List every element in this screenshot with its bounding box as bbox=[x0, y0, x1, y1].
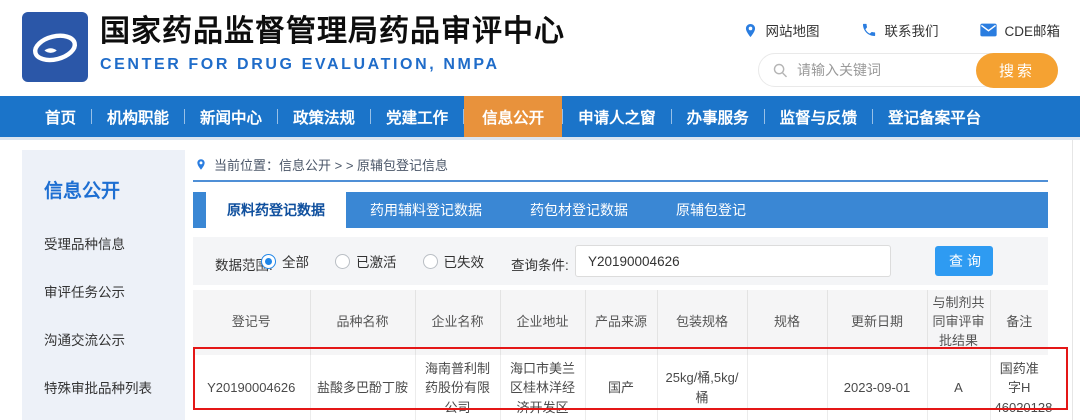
tab-excipient-registration[interactable]: 药用辅料登记数据 bbox=[346, 192, 506, 228]
col-product-origin: 产品来源 bbox=[585, 290, 657, 355]
radio-activated-dot bbox=[335, 254, 350, 269]
contact-link[interactable]: 联系我们 bbox=[861, 20, 938, 40]
site-title-block: 国家药品监督管理局药品审评中心 CENTER FOR DRUG EVALUATI… bbox=[100, 15, 565, 74]
breadcrumb-underline bbox=[193, 180, 1048, 182]
radio-activated-label: 已激活 bbox=[356, 251, 397, 271]
sidebar: 信息公开 受理品种信息 审评任务公示 沟通交流公示 特殊审批品种列表 优先审评公… bbox=[22, 150, 185, 420]
table-row: Y20190004626 盐酸多巴酚丁胺 海南普利制药股份有限公司 海口市美兰区… bbox=[193, 355, 1048, 420]
cell-joint-review-result: A bbox=[927, 355, 990, 420]
cell-spec bbox=[747, 355, 827, 420]
content-area: 当前位置：信息公开 > > 原辅包登记信息 原料药登记数据 药用辅料登记数据 药… bbox=[193, 150, 1048, 420]
nav-item-home[interactable]: 首页 bbox=[30, 96, 91, 137]
nav-item-supervision[interactable]: 监督与反馈 bbox=[765, 96, 873, 137]
page: 国家药品监督管理局药品审评中心 CENTER FOR DRUG EVALUATI… bbox=[0, 0, 1080, 420]
nav-item-services[interactable]: 办事服务 bbox=[672, 96, 764, 137]
cell-company-name: 海南普利制药股份有限公司 bbox=[415, 355, 500, 420]
search-icon bbox=[772, 62, 789, 79]
query-button[interactable]: 查询 bbox=[935, 246, 993, 276]
mail-icon bbox=[980, 23, 997, 37]
sidebar-item-accepted-varieties[interactable]: 受理品种信息 bbox=[22, 219, 185, 267]
breadcrumb-text: 当前位置：信息公开 > > 原辅包登记信息 bbox=[214, 155, 448, 174]
cell-update-date: 2023-09-01 bbox=[827, 355, 927, 420]
col-company-name: 企业名称 bbox=[415, 290, 500, 355]
cde-logo-swoosh bbox=[26, 18, 84, 76]
sidebar-item-priority-review[interactable]: 优先审评公示 bbox=[22, 411, 185, 420]
breadcrumb: 当前位置：信息公开 > > 原辅包登记信息 bbox=[195, 155, 448, 174]
registration-table: 登记号 品种名称 企业名称 企业地址 产品来源 包装规格 规格 更新日期 与制剂… bbox=[193, 290, 1048, 420]
nav-item-party[interactable]: 党建工作 bbox=[371, 96, 463, 137]
cell-company-address: 海口市美兰区桂林洋经济开发区 bbox=[500, 355, 585, 420]
nav-item-functions[interactable]: 机构职能 bbox=[92, 96, 184, 137]
nav-item-info-disclosure[interactable]: 信息公开 bbox=[464, 96, 562, 137]
header-quick-links: 网站地图 联系我们 CDE邮箱 bbox=[743, 20, 1060, 40]
site-search-bar: 搜索 bbox=[758, 53, 1058, 87]
query-condition-input[interactable] bbox=[575, 245, 891, 277]
sitemap-link[interactable]: 网站地图 bbox=[743, 20, 819, 40]
cell-packaging-spec: 25kg/桶,5kg/ 桶 bbox=[657, 355, 747, 420]
cell-registration-no: Y20190004626 bbox=[193, 355, 310, 420]
radio-all-label: 全部 bbox=[282, 251, 309, 271]
col-spec: 规格 bbox=[747, 290, 827, 355]
cell-variety-name: 盐酸多巴酚丁胺 bbox=[310, 355, 415, 420]
col-joint-review-result: 与制剂共同审评审批结果 bbox=[927, 290, 990, 355]
sidebar-list: 受理品种信息 审评任务公示 沟通交流公示 特殊审批品种列表 优先审评公示 bbox=[22, 219, 185, 420]
col-update-date: 更新日期 bbox=[827, 290, 927, 355]
tab-api-registration[interactable]: 原料药登记数据 bbox=[206, 192, 346, 228]
mailbox-label: CDE邮箱 bbox=[1004, 20, 1060, 40]
mailbox-link[interactable]: CDE邮箱 bbox=[980, 20, 1060, 40]
query-condition-label: 查询条件: bbox=[511, 254, 569, 274]
radio-invalid-label: 已失效 bbox=[444, 251, 485, 271]
page-right-divider bbox=[1072, 140, 1073, 420]
radio-invalid[interactable]: 已失效 bbox=[423, 251, 485, 271]
site-search-button[interactable]: 搜索 bbox=[976, 53, 1058, 88]
radio-all-dot bbox=[261, 254, 276, 269]
radio-all[interactable]: 全部 bbox=[261, 251, 309, 271]
col-remarks: 备注 bbox=[990, 290, 1048, 355]
cell-product-origin: 国产 bbox=[585, 355, 657, 420]
tab-api-excipient-packaging[interactable]: 原辅包登记 bbox=[652, 192, 770, 228]
sidebar-item-review-tasks[interactable]: 审评任务公示 bbox=[22, 267, 185, 315]
tab-packaging-registration[interactable]: 药包材登记数据 bbox=[506, 192, 652, 228]
cell-remarks: 国药准字H 46020128 bbox=[990, 355, 1048, 420]
data-tabs: 原料药登记数据 药用辅料登记数据 药包材登记数据 原辅包登记 bbox=[193, 192, 1048, 228]
col-company-address: 企业地址 bbox=[500, 290, 585, 355]
nav-item-policies[interactable]: 政策法规 bbox=[278, 96, 370, 137]
sidebar-item-special-approval[interactable]: 特殊审批品种列表 bbox=[22, 363, 185, 411]
nav-item-news[interactable]: 新闻中心 bbox=[185, 96, 277, 137]
site-subtitle: CENTER FOR DRUG EVALUATION, NMPA bbox=[100, 56, 565, 74]
cde-logo bbox=[22, 12, 88, 82]
table-header-row: 登记号 品种名称 企业名称 企业地址 产品来源 包装规格 规格 更新日期 与制剂… bbox=[193, 290, 1048, 355]
phone-icon bbox=[861, 22, 877, 38]
col-packaging-spec: 包装规格 bbox=[657, 290, 747, 355]
radio-activated[interactable]: 已激活 bbox=[335, 251, 397, 271]
sidebar-title: 信息公开 bbox=[22, 150, 185, 203]
contact-label: 联系我们 bbox=[884, 20, 938, 40]
radio-invalid-dot bbox=[423, 254, 438, 269]
col-registration-no: 登记号 bbox=[193, 290, 310, 355]
nav-item-registration-platform[interactable]: 登记备案平台 bbox=[873, 96, 996, 137]
scope-radio-group: 全部 已激活 已失效 bbox=[261, 251, 484, 271]
main-nav: 首页 机构职能 新闻中心 政策法规 党建工作 信息公开 申请人之窗 办事服务 监… bbox=[0, 96, 1080, 137]
location-pin-icon bbox=[743, 22, 758, 39]
nav-item-applicant-window[interactable]: 申请人之窗 bbox=[563, 96, 671, 137]
col-variety-name: 品种名称 bbox=[310, 290, 415, 355]
nav-bottom-strip bbox=[0, 137, 1080, 140]
site-header: 国家药品监督管理局药品审评中心 CENTER FOR DRUG EVALUATI… bbox=[0, 0, 1080, 96]
site-title: 国家药品监督管理局药品审评中心 bbox=[100, 15, 565, 49]
sidebar-item-communication[interactable]: 沟通交流公示 bbox=[22, 315, 185, 363]
breadcrumb-pin-icon bbox=[195, 157, 207, 172]
sitemap-label: 网站地图 bbox=[765, 20, 819, 40]
filter-bar: 数据范围: 全部 已激活 已失效 查询条件: 查询 bbox=[193, 237, 1048, 285]
